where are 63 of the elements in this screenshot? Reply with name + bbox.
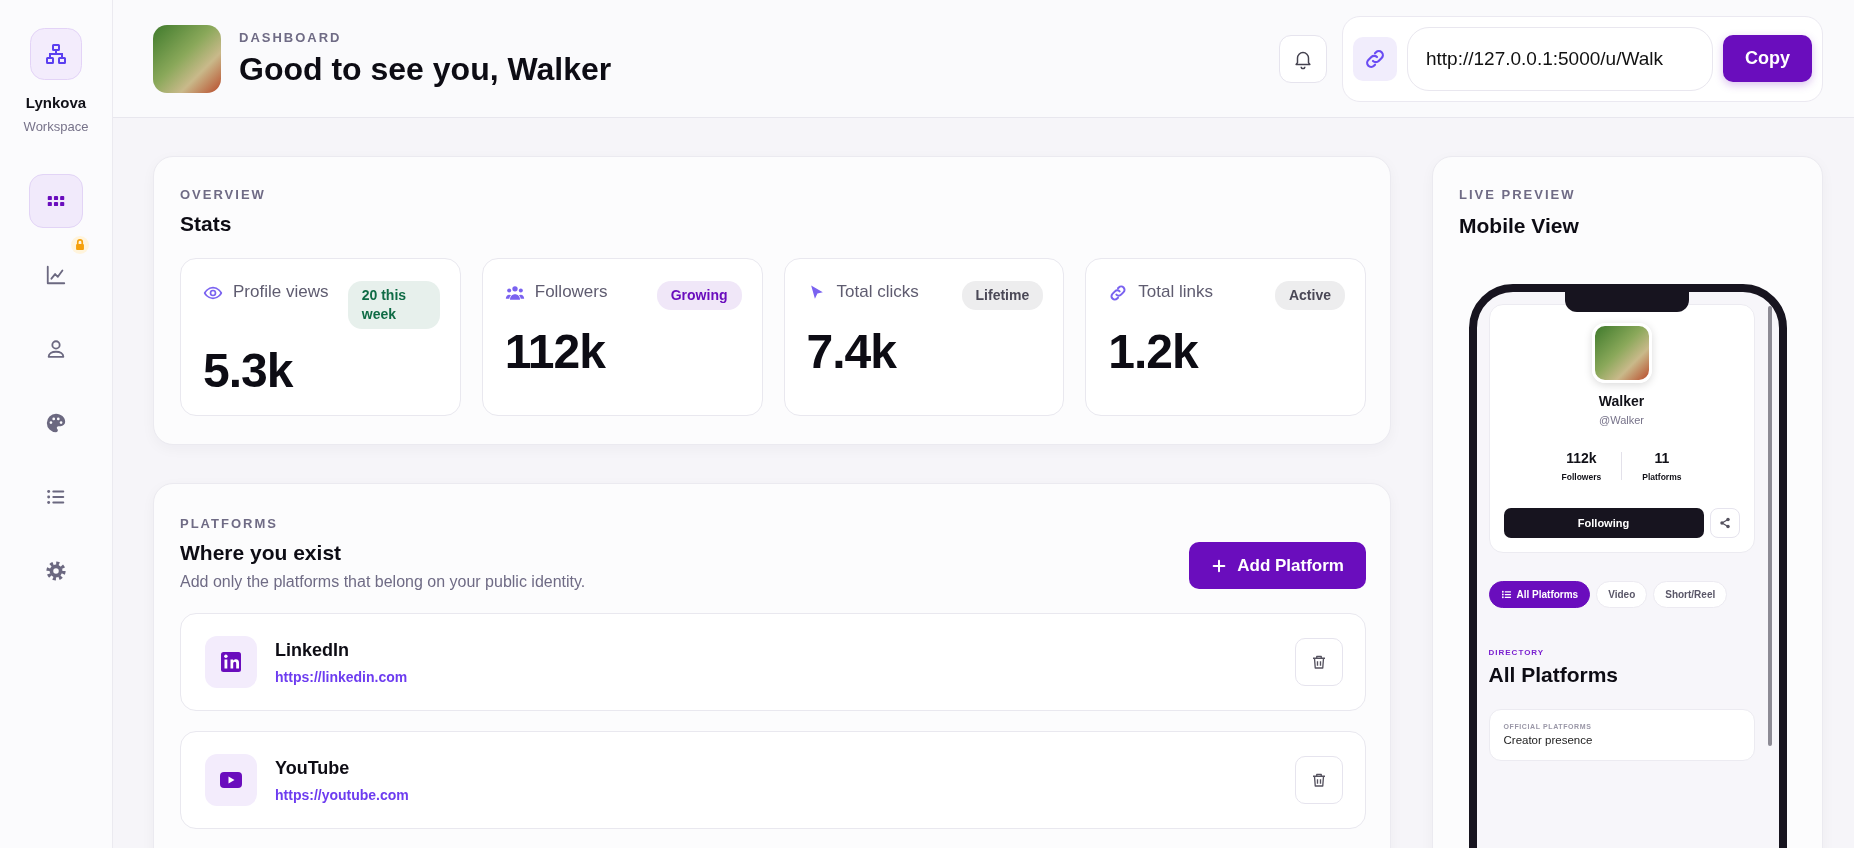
avatar-photo xyxy=(153,24,221,93)
url-field[interactable]: http://127.0.0.1:5000/u/Walk xyxy=(1407,26,1713,91)
logo-icon xyxy=(30,28,82,80)
page-title: Good to see you, Walker xyxy=(239,50,613,88)
platform-name: YouTube xyxy=(275,757,350,779)
trash-icon xyxy=(1310,771,1328,789)
filter-chip[interactable]: All Platforms xyxy=(1488,581,1591,608)
nav-button[interactable] xyxy=(29,174,83,228)
stat-label: Profile views xyxy=(233,281,330,303)
section-eyebrow: PLATFORMS xyxy=(180,516,279,531)
notifications-button[interactable] xyxy=(1279,34,1327,83)
stat-label: Total links xyxy=(1138,281,1214,303)
delete-button[interactable] xyxy=(1295,638,1343,686)
profile-stat-value: 11 xyxy=(1653,450,1671,466)
play-icon xyxy=(205,754,257,806)
delete-button[interactable] xyxy=(1295,756,1343,804)
section-title: Where you exist xyxy=(180,541,343,565)
section-eyebrow: LIVE PREVIEW xyxy=(1459,187,1577,202)
page-eyebrow: DASHBOARD xyxy=(239,29,343,45)
profile-stat-label: Platforms xyxy=(1642,472,1682,482)
brand-subtitle: Workspace xyxy=(23,119,89,134)
stat-value: 112k xyxy=(504,324,607,379)
profile-handle: @Walker xyxy=(1599,414,1644,426)
share-icon xyxy=(1718,517,1731,529)
plus-icon xyxy=(1211,557,1228,574)
section-title: Mobile View xyxy=(1459,214,1580,238)
filter-chip[interactable]: Video xyxy=(1596,581,1648,608)
link-icon xyxy=(1353,36,1397,81)
people-icon xyxy=(504,283,525,303)
settings-icon xyxy=(45,560,67,582)
profile-stat-value: 112k xyxy=(1565,450,1598,466)
trash-icon xyxy=(1310,653,1328,671)
user-icon xyxy=(45,338,67,360)
following-button[interactable]: Following xyxy=(1503,508,1704,538)
profile-stat-label: Followers xyxy=(1561,472,1602,482)
stat-value: 5.3k xyxy=(203,343,295,398)
stat-value: 7.4k xyxy=(806,324,898,379)
add-platform-button[interactable]: Add Platform xyxy=(1189,542,1366,589)
stat-badge: 20 this week xyxy=(347,281,440,329)
stat-badge: Lifetime xyxy=(961,281,1044,310)
palette-icon xyxy=(45,412,67,434)
stat-badge: Growing xyxy=(656,281,742,310)
section-title: Stats xyxy=(180,212,233,236)
card-text: Creator presence xyxy=(1503,734,1594,746)
share-button[interactable] xyxy=(1709,508,1740,538)
in-logo-icon xyxy=(205,636,257,688)
platform-link[interactable]: https://linkedin.com xyxy=(275,668,408,685)
chart-icon xyxy=(45,264,67,286)
directory-title: All Platforms xyxy=(1488,663,1620,687)
stat-value: 1.2k xyxy=(1108,324,1200,379)
profile-name: Walker xyxy=(1598,393,1645,409)
list-icon xyxy=(1500,589,1512,600)
platform-name: LinkedIn xyxy=(275,639,349,661)
stat-label: Total clicks xyxy=(836,281,920,303)
section-eyebrow: OVERVIEW xyxy=(180,187,267,202)
section-description: Add only the platforms that belong on your public identity. xyxy=(180,573,586,591)
platform-link[interactable]: https://youtube.com xyxy=(275,786,409,803)
brand-name: Lynkova xyxy=(25,94,87,111)
stat-label: Followers xyxy=(534,281,609,303)
copy-button[interactable]: Copy xyxy=(1723,35,1812,82)
directory-eyebrow: DIRECTORY xyxy=(1488,648,1546,657)
stat-badge: Active xyxy=(1274,281,1345,310)
filter-chip[interactable]: Short/Reel xyxy=(1653,581,1728,608)
